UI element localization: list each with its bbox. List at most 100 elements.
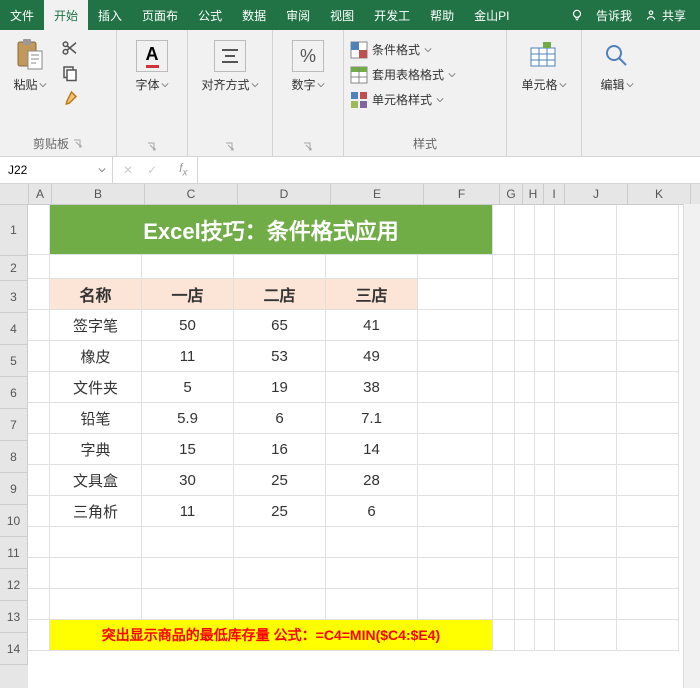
cell[interactable] [617, 620, 679, 651]
cell[interactable]: 38 [326, 372, 418, 403]
cell[interactable]: 5.9 [142, 403, 234, 434]
col-header-D[interactable]: D [238, 184, 331, 204]
cell[interactable] [142, 527, 234, 558]
col-header-G[interactable]: G [500, 184, 523, 204]
cell[interactable] [234, 558, 326, 589]
cell[interactable] [418, 434, 493, 465]
col-header-I[interactable]: I [544, 184, 565, 204]
cell[interactable] [617, 310, 679, 341]
cell[interactable] [418, 465, 493, 496]
cell[interactable] [555, 310, 617, 341]
cell[interactable] [418, 589, 493, 620]
cell[interactable]: Excel技巧：条件格式应用 [50, 205, 493, 255]
cell[interactable] [28, 205, 50, 255]
cell[interactable] [493, 527, 515, 558]
cell[interactable] [50, 527, 142, 558]
conditional-format-button[interactable]: 条件格式 [350, 38, 456, 61]
cell[interactable] [50, 558, 142, 589]
cell[interactable]: 橡皮 [50, 341, 142, 372]
cell[interactable] [418, 527, 493, 558]
cell[interactable] [28, 279, 50, 310]
select-all-corner[interactable] [0, 184, 29, 204]
row-header-7[interactable]: 7 [0, 409, 28, 441]
tab-help[interactable]: 帮助 [420, 0, 464, 30]
cell[interactable] [493, 310, 515, 341]
cell[interactable]: 28 [326, 465, 418, 496]
tab-review[interactable]: 审阅 [276, 0, 320, 30]
cell[interactable] [28, 372, 50, 403]
cell[interactable] [28, 341, 50, 372]
cell[interactable] [555, 255, 617, 279]
chevron-down-icon[interactable] [98, 166, 106, 174]
cell[interactable] [234, 589, 326, 620]
cell[interactable] [617, 465, 679, 496]
cell[interactable] [142, 558, 234, 589]
cancel-formula-button[interactable]: ✕ [123, 163, 133, 177]
cell[interactable] [515, 434, 535, 465]
cell[interactable]: 7.1 [326, 403, 418, 434]
cell[interactable]: 14 [326, 434, 418, 465]
cell[interactable] [555, 465, 617, 496]
row-header-9[interactable]: 9 [0, 473, 28, 505]
worksheet[interactable]: ABCDEFGHIJK 1234567891011121314 Excel技巧：… [0, 184, 700, 688]
cell[interactable] [326, 558, 418, 589]
table-format-button[interactable]: 套用表格格式 [350, 63, 456, 86]
cell[interactable] [535, 434, 555, 465]
cell[interactable] [515, 558, 535, 589]
cell[interactable] [555, 372, 617, 403]
cell[interactable] [617, 279, 679, 310]
cell[interactable] [493, 255, 515, 279]
cell[interactable]: 11 [142, 496, 234, 527]
cell[interactable] [515, 205, 535, 255]
cell[interactable] [535, 255, 555, 279]
cell[interactable] [234, 255, 326, 279]
cell[interactable] [418, 372, 493, 403]
tell-me[interactable]: 告诉我 [596, 7, 632, 24]
cell[interactable]: 25 [234, 465, 326, 496]
cell[interactable] [555, 496, 617, 527]
cell[interactable] [515, 496, 535, 527]
cell[interactable] [617, 341, 679, 372]
col-header-F[interactable]: F [424, 184, 500, 204]
row-header-14[interactable]: 14 [0, 633, 28, 665]
cell[interactable] [493, 496, 515, 527]
col-header-C[interactable]: C [145, 184, 238, 204]
cell[interactable] [617, 589, 679, 620]
cell-styles-button[interactable]: 单元格样式 [350, 88, 456, 111]
cell[interactable] [493, 558, 515, 589]
tab-developer[interactable]: 开发工 [364, 0, 420, 30]
cell[interactable]: 二店 [234, 279, 326, 310]
cell[interactable] [493, 589, 515, 620]
cell[interactable] [28, 496, 50, 527]
cell[interactable]: 11 [142, 341, 234, 372]
cell[interactable] [515, 341, 535, 372]
row-header-3[interactable]: 3 [0, 281, 28, 313]
row-header-1[interactable]: 1 [0, 205, 28, 256]
cell[interactable] [493, 341, 515, 372]
cell[interactable] [493, 403, 515, 434]
cell[interactable] [515, 255, 535, 279]
cell[interactable]: 19 [234, 372, 326, 403]
number-button[interactable]: % 数字 [284, 36, 332, 93]
tab-file[interactable]: 文件 [0, 0, 44, 30]
cell[interactable] [535, 372, 555, 403]
cell[interactable]: 6 [326, 496, 418, 527]
cell[interactable] [418, 310, 493, 341]
cell[interactable] [493, 205, 515, 255]
cell[interactable] [326, 255, 418, 279]
cell[interactable]: 铅笔 [50, 403, 142, 434]
row-header-8[interactable]: 8 [0, 441, 28, 473]
cell[interactable] [142, 255, 234, 279]
accept-formula-button[interactable]: ✓ [147, 163, 157, 177]
cell[interactable] [418, 279, 493, 310]
col-header-E[interactable]: E [331, 184, 424, 204]
cell[interactable] [617, 434, 679, 465]
cell[interactable] [28, 589, 50, 620]
cell[interactable] [50, 589, 142, 620]
cell[interactable] [515, 403, 535, 434]
cell[interactable] [555, 527, 617, 558]
cell[interactable] [515, 279, 535, 310]
row-header-10[interactable]: 10 [0, 505, 28, 537]
alignment-button[interactable]: 对齐方式 [200, 36, 260, 93]
cell[interactable] [515, 465, 535, 496]
